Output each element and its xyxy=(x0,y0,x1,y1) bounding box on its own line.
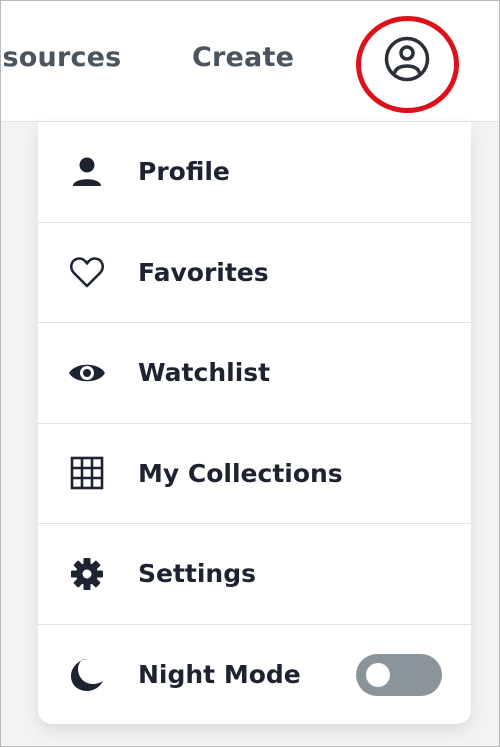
user-circle-icon xyxy=(384,36,430,82)
gear-icon xyxy=(68,555,106,593)
moon-icon xyxy=(68,656,106,694)
grid-icon xyxy=(68,454,106,492)
nav-link-create[interactable]: Create xyxy=(192,42,294,73)
toggle-knob xyxy=(366,662,390,687)
menu-item-label: Profile xyxy=(138,157,230,187)
menu-item-label: Night Mode xyxy=(138,660,301,690)
person-icon xyxy=(68,153,106,191)
menu-item-label: My Collections xyxy=(138,458,343,488)
account-menu-button[interactable] xyxy=(384,36,430,82)
menu-item-favorites[interactable]: Favorites xyxy=(38,223,471,323)
nav-link-resources[interactable]: esources xyxy=(0,42,121,73)
night-mode-toggle[interactable] xyxy=(356,653,442,696)
menu-item-label: Watchlist xyxy=(138,358,271,388)
menu-item-watchlist[interactable]: Watchlist xyxy=(38,323,471,424)
menu-item-profile[interactable]: Profile xyxy=(38,122,471,223)
account-dropdown-menu: Profile Favorites Watchlist My Collectio… xyxy=(38,122,471,724)
menu-item-label: Settings xyxy=(138,559,257,589)
menu-item-my-collections[interactable]: My Collections xyxy=(38,424,471,524)
heart-icon xyxy=(68,253,106,291)
menu-item-label: Favorites xyxy=(138,257,269,287)
eye-icon xyxy=(68,354,106,392)
top-navigation-bar: esources Create xyxy=(0,0,500,122)
menu-item-settings[interactable]: Settings xyxy=(38,524,471,625)
menu-item-night-mode: Night Mode xyxy=(38,625,471,726)
